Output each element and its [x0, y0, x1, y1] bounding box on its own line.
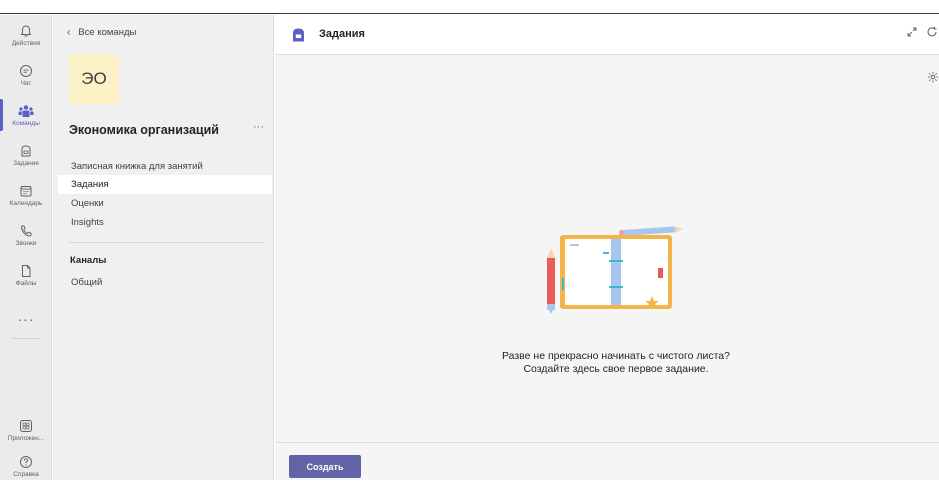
refresh-icon[interactable]	[926, 26, 938, 38]
chevron-left-icon: ‹	[67, 27, 71, 38]
more-apps-button[interactable]: ···	[0, 311, 52, 327]
channels-heading: Каналы	[70, 255, 107, 266]
rail-label: Чат	[20, 79, 32, 87]
assignments-app-icon	[293, 28, 304, 42]
assignments-icon	[21, 144, 31, 156]
rail-item-calendar[interactable]: Календарь	[0, 175, 52, 215]
chat-icon	[20, 64, 32, 77]
team-avatar: ЭО	[69, 54, 119, 104]
empty-notebook-illustration	[547, 226, 684, 314]
team-name: Экономика организаций	[69, 123, 219, 137]
team-more-button[interactable]: ···	[253, 121, 264, 133]
calendar-icon	[20, 185, 32, 196]
teams-icon	[18, 104, 34, 117]
rail-label: Команды	[12, 119, 40, 127]
phone-icon	[20, 225, 32, 237]
sidebar-item-class-notebook[interactable]: Записная книжка для занятий	[58, 157, 272, 176]
page-title: Задания	[319, 28, 365, 40]
gear-icon[interactable]	[927, 71, 939, 83]
rail-divider	[12, 338, 40, 339]
rail-item-activity[interactable]: Действия	[0, 15, 52, 55]
bell-icon	[20, 24, 32, 37]
window-top-bar	[0, 0, 939, 14]
rail-item-chat[interactable]: Чат	[0, 55, 52, 95]
back-to-teams-link[interactable]: ‹ Все команды	[67, 27, 136, 38]
action-footer: Создать	[275, 442, 939, 480]
rail-label: Звонки	[15, 239, 37, 247]
rail-label: Файлы	[15, 279, 37, 287]
rail-label: Приложен...	[7, 434, 45, 442]
sidebar-item-assignments[interactable]: Задания	[58, 175, 272, 194]
channel-item-general[interactable]: Общий	[58, 273, 272, 292]
app-rail: Действия Чат Команды Задания Календарь З…	[0, 15, 52, 480]
back-label: Все команды	[78, 27, 137, 38]
sidebar-item-insights[interactable]: Insights	[58, 213, 272, 232]
rail-label: Справка	[13, 470, 39, 478]
rail-item-assignments[interactable]: Задания	[0, 135, 52, 175]
rail-item-apps[interactable]: Приложен...	[0, 410, 52, 450]
main-panel: Задания Разве не прекрасно начинать с чи…	[275, 15, 939, 480]
rail-label: Календарь	[9, 199, 43, 207]
expand-icon[interactable]	[906, 26, 918, 38]
rail-item-files[interactable]: Файлы	[0, 255, 52, 295]
rail-item-calls[interactable]: Звонки	[0, 215, 52, 255]
rail-item-teams[interactable]: Команды	[0, 95, 52, 135]
help-icon	[20, 455, 32, 468]
sidebar-item-grades[interactable]: Оценки	[58, 194, 272, 213]
rail-item-help[interactable]: Справка	[0, 446, 52, 486]
apps-icon	[20, 419, 32, 432]
empty-state-message: Разве не прекрасно начинать с чистого ли…	[501, 350, 730, 375]
file-icon	[22, 264, 31, 277]
create-assignment-button[interactable]: Создать	[289, 455, 361, 478]
main-header: Задания	[275, 15, 939, 55]
rail-label: Задания	[13, 159, 39, 167]
sidebar-divider	[69, 242, 263, 243]
team-sidebar: ‹ Все команды ЭО Экономика организаций ·…	[53, 15, 274, 480]
rail-label: Действия	[11, 39, 41, 47]
